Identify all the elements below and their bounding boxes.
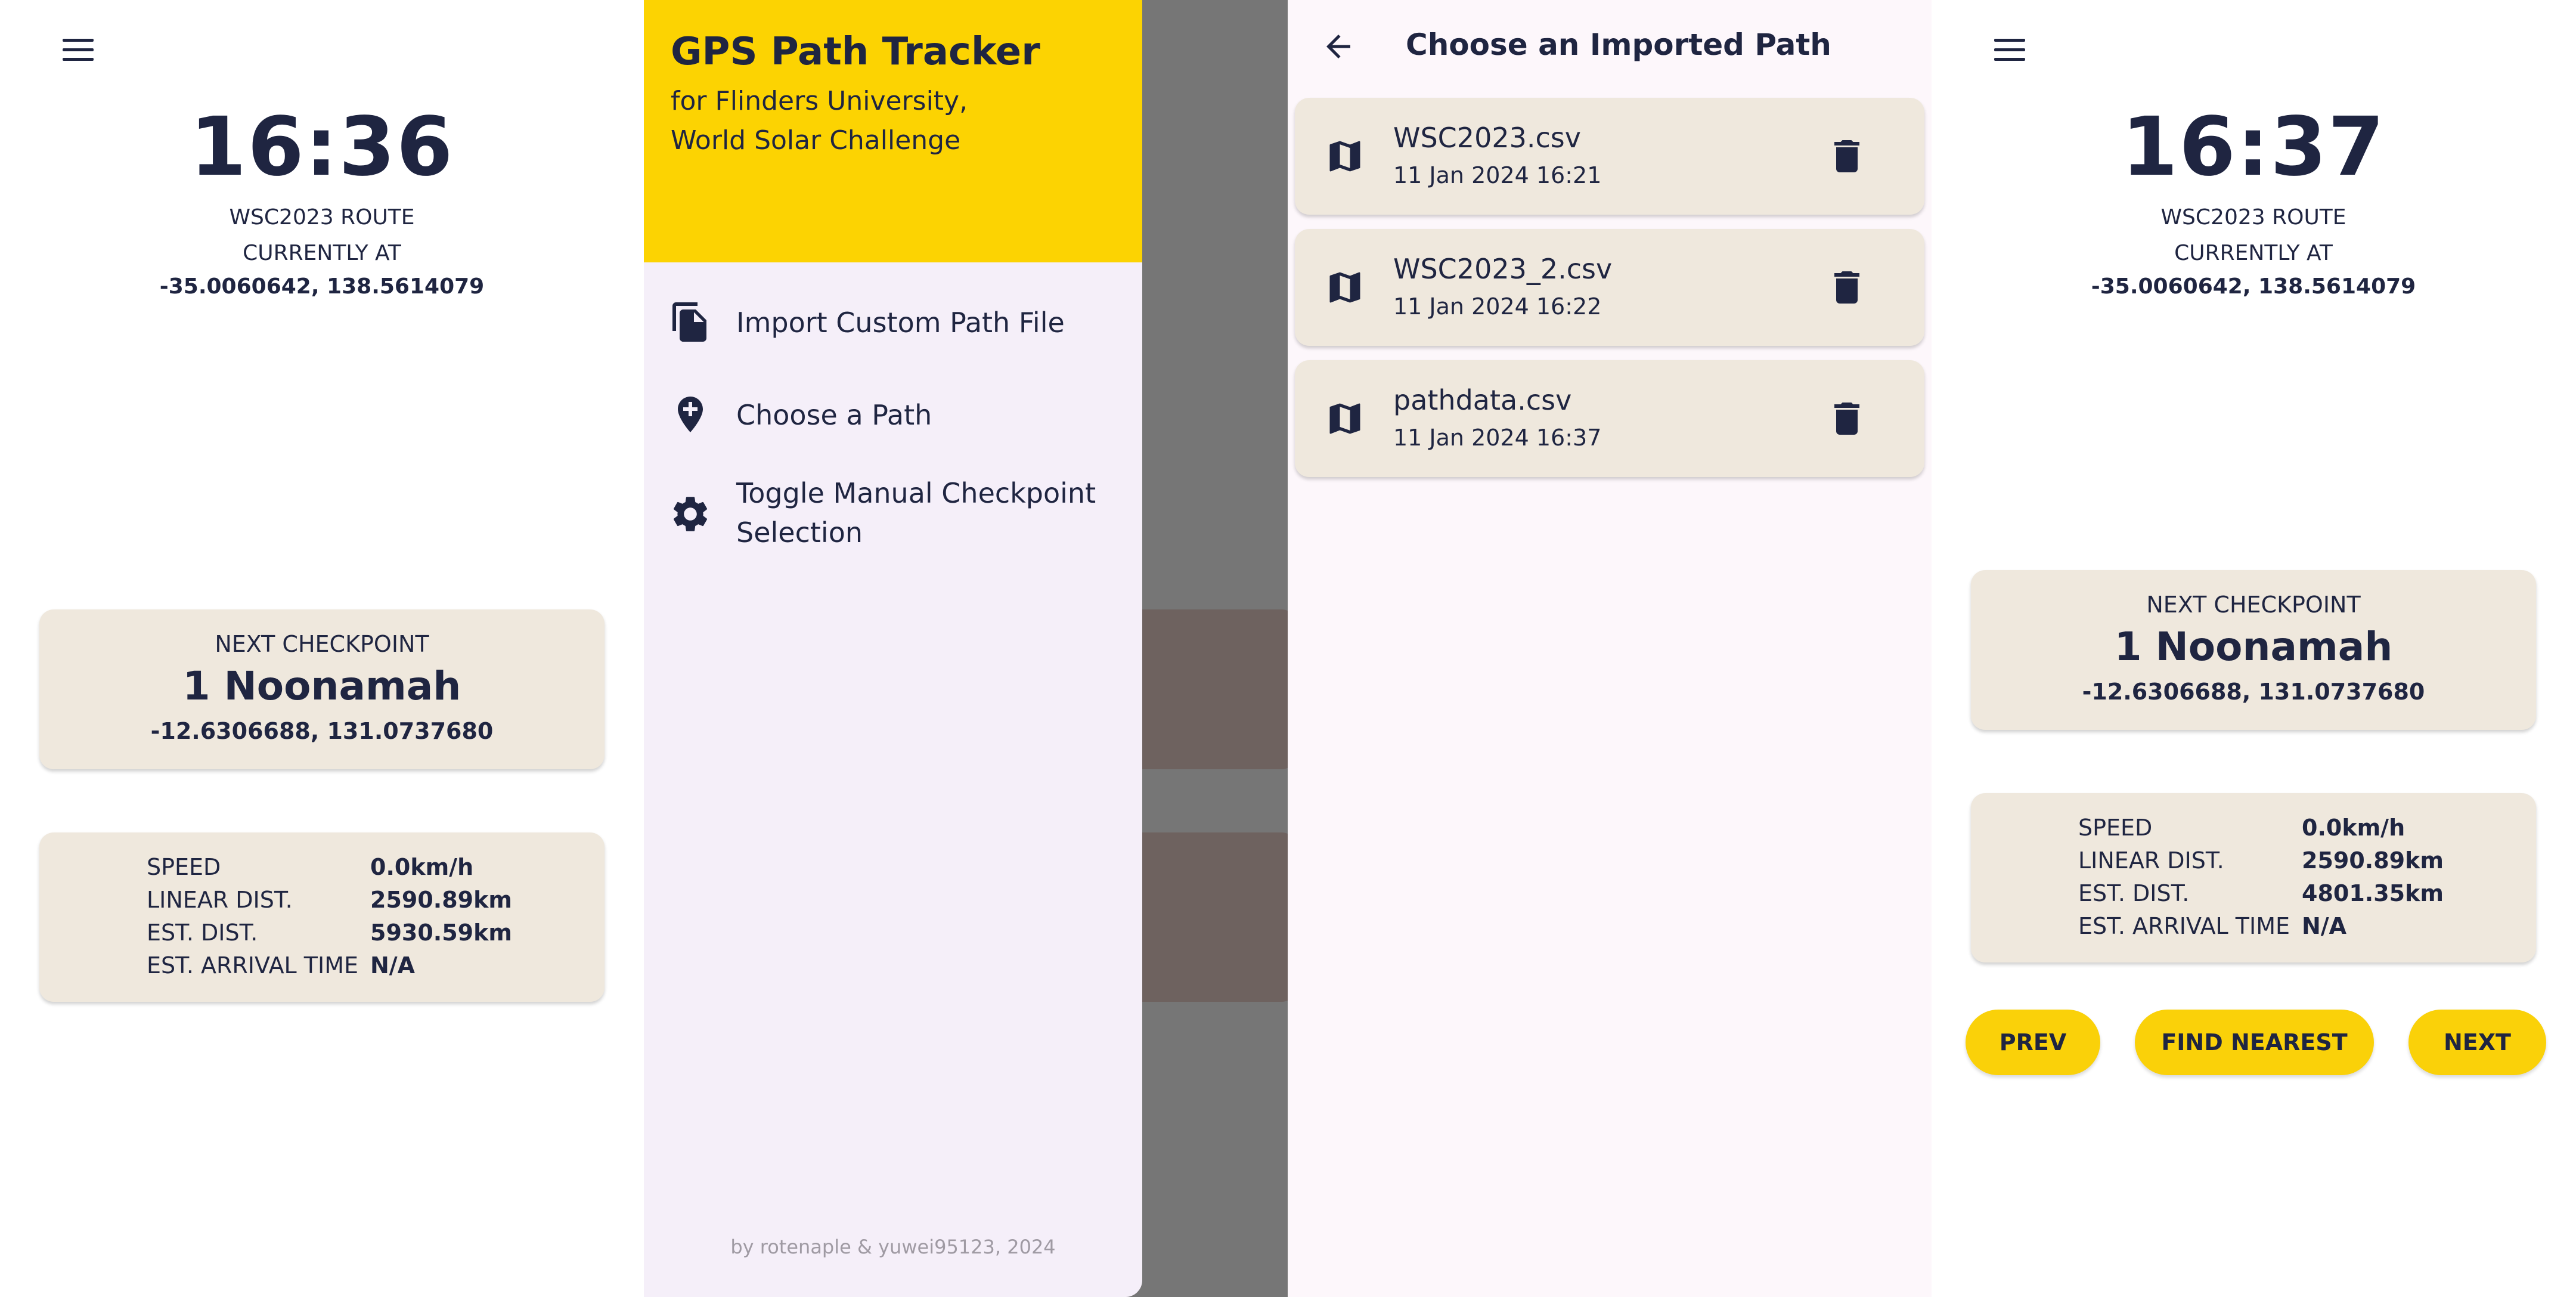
stat-value: 5930.59km bbox=[370, 920, 512, 946]
navigation-drawer: GPS Path Tracker for Flinders University… bbox=[644, 0, 1142, 1297]
stats-card: SPEED 0.0km/h LINEAR DIST. 2590.89km EST… bbox=[39, 832, 605, 1002]
trash-icon[interactable] bbox=[1825, 397, 1868, 440]
app-subtitle: World Solar Challenge bbox=[671, 125, 961, 156]
stat-label: LINEAR DIST. bbox=[2078, 847, 2224, 874]
currently-at-label: CURRENTLY AT bbox=[243, 241, 401, 265]
current-coordinates: -35.0060642, 138.5614079 bbox=[159, 274, 485, 299]
choose-path-screen: Choose an Imported Path WSC2023.csv 11 J… bbox=[1288, 0, 1932, 1297]
route-name: WSC2023 ROUTE bbox=[2160, 205, 2346, 230]
stat-value: 0.0km/h bbox=[370, 854, 474, 880]
stat-label: SPEED bbox=[147, 854, 221, 880]
next-checkpoint-card: NEXT CHECKPOINT 1 Noonamah -12.6306688, … bbox=[1971, 570, 2536, 730]
tracker-manual-screen: 16:37 WSC2023 ROUTE CURRENTLY AT -35.006… bbox=[1932, 0, 2576, 1297]
drawer-item-label: Toggle Manual Checkpoint Selection bbox=[736, 477, 1096, 549]
page-title: Choose an Imported Path bbox=[1406, 27, 1831, 62]
app-title: GPS Path Tracker bbox=[671, 30, 1040, 74]
path-file-name: WSC2023_2.csv bbox=[1393, 253, 1613, 285]
find-nearest-button[interactable]: FIND NEAREST bbox=[2135, 1010, 2374, 1075]
route-name: WSC2023 ROUTE bbox=[229, 205, 415, 230]
stat-label: LINEAR DIST. bbox=[147, 887, 293, 913]
map-icon bbox=[1329, 272, 1360, 303]
current-coordinates: -35.0060642, 138.5614079 bbox=[2091, 274, 2416, 299]
drawer-item-choose-path[interactable]: Choose a Path bbox=[644, 391, 1142, 441]
trash-icon[interactable] bbox=[1825, 135, 1868, 178]
drawer-header: GPS Path Tracker for Flinders University… bbox=[644, 0, 1142, 262]
next-checkpoint-label: NEXT CHECKPOINT bbox=[2146, 592, 2361, 618]
drawer-screen: GPS Path Tracker for Flinders University… bbox=[644, 0, 1288, 1297]
next-checkpoint-name: 1 Noonamah bbox=[182, 663, 461, 709]
prev-checkpoint-button[interactable]: PREV bbox=[1966, 1010, 2100, 1075]
stat-value: 2590.89km bbox=[370, 887, 512, 913]
path-file-date: 11 Jan 2024 16:37 bbox=[1393, 425, 1602, 451]
stat-value: 0.0km/h bbox=[2302, 815, 2405, 841]
stats-card: SPEED 0.0km/h LINEAR DIST. 2590.89km EST… bbox=[1971, 793, 2536, 962]
scrim-card bbox=[1142, 609, 1288, 769]
next-checkpoint-label: NEXT CHECKPOINT bbox=[215, 631, 429, 657]
path-file-name: WSC2023.csv bbox=[1393, 122, 1581, 154]
gear-icon bbox=[673, 497, 708, 531]
map-icon bbox=[1329, 403, 1360, 434]
currently-at-label: CURRENTLY AT bbox=[2174, 241, 2333, 265]
add-location-icon bbox=[678, 397, 703, 432]
path-list-item[interactable]: WSC2023.csv 11 Jan 2024 16:21 bbox=[1295, 98, 1924, 215]
trash-icon[interactable] bbox=[1825, 266, 1868, 309]
back-arrow-icon[interactable] bbox=[1318, 29, 1359, 64]
menu-icon[interactable] bbox=[61, 37, 97, 63]
stat-value: 2590.89km bbox=[2302, 847, 2444, 874]
next-checkpoint-card: NEXT CHECKPOINT 1 Noonamah -12.6306688, … bbox=[39, 609, 605, 769]
stat-value: 4801.35km bbox=[2302, 880, 2444, 906]
drawer-item-label: Choose a Path bbox=[736, 399, 932, 431]
stat-label: EST. DIST. bbox=[2078, 880, 2190, 906]
stat-value: N/A bbox=[2302, 913, 2347, 939]
file-copy-icon bbox=[672, 302, 706, 342]
stat-label: EST. ARRIVAL TIME bbox=[2078, 913, 2290, 939]
drawer-item-toggle-manual-checkpoint[interactable]: Toggle Manual Checkpoint Selection bbox=[644, 469, 1142, 558]
path-list-item[interactable]: pathdata.csv 11 Jan 2024 16:37 bbox=[1295, 360, 1924, 477]
stat-label: SPEED bbox=[2078, 815, 2153, 841]
path-list-item[interactable]: WSC2023_2.csv 11 Jan 2024 16:22 bbox=[1295, 229, 1924, 346]
clock-time: 16:36 bbox=[190, 100, 454, 194]
drawer-footer-credits: by rotenaple & yuwei95123, 2024 bbox=[730, 1236, 1056, 1258]
path-file-date: 11 Jan 2024 16:22 bbox=[1393, 293, 1602, 320]
stat-label: EST. DIST. bbox=[147, 920, 258, 946]
drawer-item-label: Import Custom Path File bbox=[736, 307, 1065, 339]
next-checkpoint-coordinates: -12.6306688, 131.0737680 bbox=[2082, 679, 2425, 705]
tracker-screen: 16:36 WSC2023 ROUTE CURRENTLY AT -35.006… bbox=[0, 0, 644, 1297]
stat-label: EST. ARRIVAL TIME bbox=[147, 952, 359, 979]
next-checkpoint-coordinates: -12.6306688, 131.0737680 bbox=[150, 718, 494, 744]
path-file-date: 11 Jan 2024 16:21 bbox=[1393, 162, 1602, 188]
scrim-card bbox=[1142, 832, 1288, 1002]
next-checkpoint-name: 1 Noonamah bbox=[2114, 624, 2393, 670]
app-subtitle: for Flinders University, bbox=[671, 86, 968, 116]
path-file-name: pathdata.csv bbox=[1393, 384, 1572, 416]
menu-icon[interactable] bbox=[1992, 37, 2028, 63]
next-checkpoint-button[interactable]: NEXT bbox=[2408, 1010, 2546, 1075]
stat-value: N/A bbox=[370, 952, 416, 979]
map-icon bbox=[1329, 141, 1360, 172]
drawer-item-import-path[interactable]: Import Custom Path File bbox=[644, 298, 1142, 348]
clock-time: 16:37 bbox=[2121, 100, 2386, 194]
